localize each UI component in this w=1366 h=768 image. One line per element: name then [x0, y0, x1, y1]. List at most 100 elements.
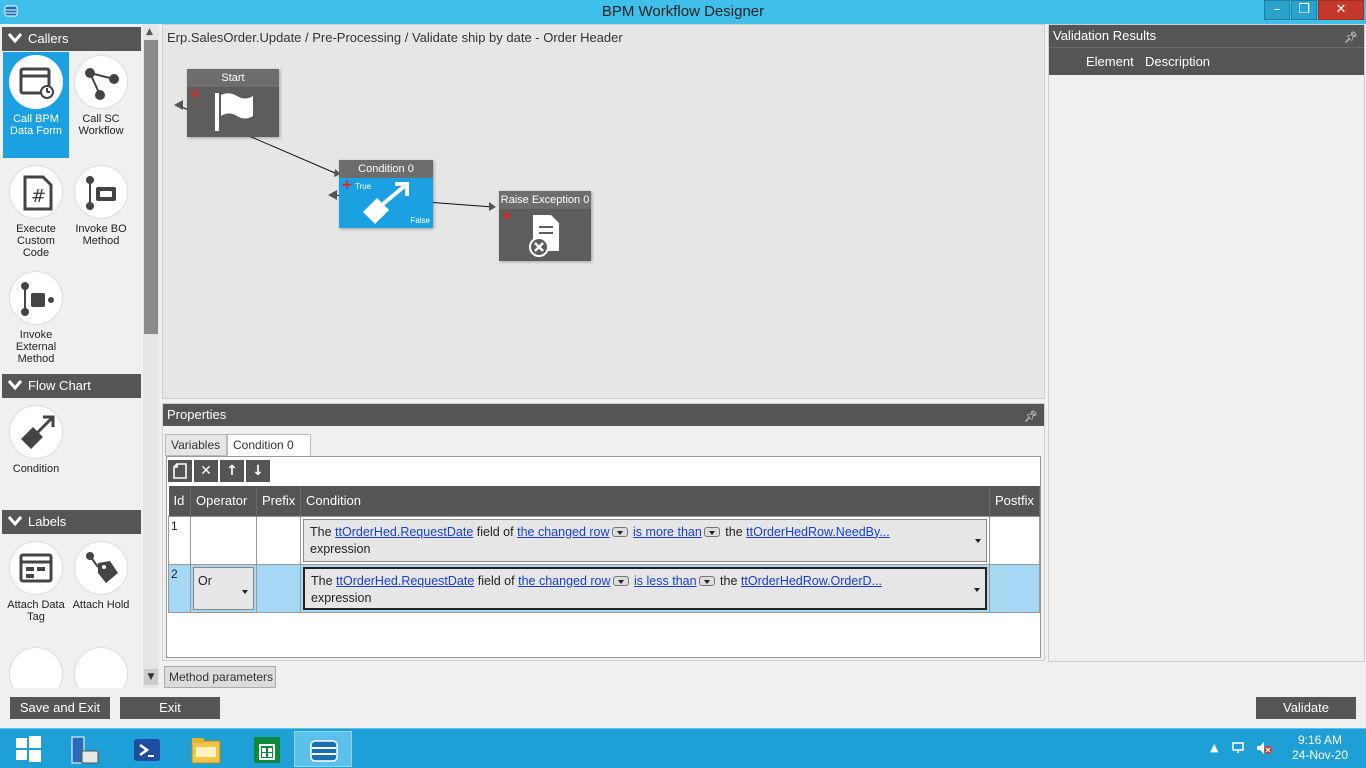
- expression-link[interactable]: ttOrderHedRow.OrderD...: [741, 574, 882, 588]
- taskbar-server-manager[interactable]: [54, 731, 112, 767]
- panel-title: Properties: [167, 407, 227, 422]
- chevron-down-icon: [8, 33, 22, 43]
- expression-link[interactable]: ttOrderHedRow.NeedBy...: [746, 525, 890, 539]
- column-prefix[interactable]: Prefix: [256, 486, 301, 516]
- minimize-button[interactable]: –: [1264, 0, 1290, 20]
- row-link[interactable]: the changed row: [517, 525, 609, 539]
- tray-expand-icon[interactable]: ▲: [1210, 741, 1218, 754]
- column-condition[interactable]: Condition: [300, 486, 990, 516]
- plus-icon[interactable]: +: [341, 178, 353, 192]
- workflow-canvas[interactable]: Erp.SalesOrder.Update / Pre-Processing /…: [162, 24, 1045, 399]
- tool-label: Condition: [12, 463, 60, 475]
- panel-title: Validation Results: [1053, 28, 1157, 43]
- tab-method-parameters[interactable]: Method parameters: [164, 666, 276, 688]
- tool-attach-hold[interactable]: Attach Hold: [68, 538, 134, 628]
- condition-icon: [9, 405, 63, 459]
- section-labels-header[interactable]: Labels: [2, 510, 141, 534]
- taskbar-store[interactable]: [238, 731, 296, 767]
- clock[interactable]: 9:16 AM 24-Nov-20: [1284, 733, 1356, 763]
- window-title: BPM Workflow Designer: [601, 3, 765, 20]
- taskbar-file-explorer[interactable]: [176, 731, 234, 767]
- node-start[interactable]: Start +: [187, 69, 279, 137]
- tool-condition[interactable]: Condition: [3, 402, 69, 482]
- row-operator[interactable]: Or: [190, 563, 257, 613]
- network-icon[interactable]: [1232, 741, 1248, 758]
- tab-condition[interactable]: Condition 0: [227, 434, 311, 456]
- node-condition[interactable]: Condition 0 + True False: [339, 160, 433, 228]
- hash-document-icon: #: [9, 165, 63, 219]
- dropdown-icon[interactable]: [698, 576, 715, 587]
- external-method-icon: [9, 271, 63, 325]
- operator-select[interactable]: Or: [193, 566, 254, 610]
- condition-table: Id Operator Prefix Condition Postfix 1 T…: [168, 486, 1040, 613]
- move-down-icon[interactable]: ↓: [246, 460, 270, 482]
- column-postfix[interactable]: Postfix: [989, 486, 1040, 516]
- field-link[interactable]: ttOrderHed.RequestDate: [336, 574, 474, 588]
- taskbar-bpm-designer[interactable]: [294, 731, 352, 767]
- dropdown-icon[interactable]: [611, 527, 628, 538]
- section-label: Callers: [28, 31, 69, 46]
- dropdown-icon[interactable]: [612, 576, 629, 587]
- row-postfix[interactable]: [989, 515, 1040, 565]
- clock-time: 9:16 AM: [1297, 733, 1343, 747]
- chevron-down-icon[interactable]: [242, 589, 248, 594]
- condition-expression[interactable]: The ttOrderHed.RequestDate field of the …: [303, 518, 987, 562]
- tab-variables[interactable]: Variables: [165, 434, 227, 456]
- start-button[interactable]: [0, 731, 58, 767]
- column-id[interactable]: Id: [168, 486, 191, 516]
- table-row[interactable]: 2 Or The ttOrderHed.RequestDate field of…: [168, 563, 1040, 613]
- tool-invoke-external-method[interactable]: Invoke External Method: [3, 268, 69, 368]
- column-operator[interactable]: Operator: [190, 486, 257, 516]
- row-prefix[interactable]: [256, 563, 301, 613]
- node-raise-exception[interactable]: Raise Exception 0 +: [499, 191, 591, 261]
- scroll-thumb[interactable]: [144, 40, 158, 334]
- comparison-link[interactable]: is more than: [633, 525, 702, 539]
- delete-icon[interactable]: ✕: [194, 460, 218, 482]
- tool-attach-data-tag[interactable]: Attach Data Tag: [3, 538, 69, 628]
- field-link[interactable]: ttOrderHed.RequestDate: [335, 525, 473, 539]
- comparison-link[interactable]: is less than: [634, 574, 697, 588]
- row-condition[interactable]: The ttOrderHed.RequestDate field of the …: [300, 515, 990, 565]
- row-link[interactable]: the changed row: [518, 574, 610, 588]
- node-title: Raise Exception 0: [499, 191, 591, 209]
- row-operator[interactable]: [190, 515, 257, 565]
- tool-execute-custom-code[interactable]: # Execute Custom Code: [3, 162, 69, 262]
- scroll-up-icon[interactable]: ▲: [146, 27, 153, 37]
- toolbox-scrollbar[interactable]: ▲ ▼: [143, 24, 159, 688]
- column-element[interactable]: Element: [1086, 48, 1134, 76]
- tool-call-bpm-data-form[interactable]: Call BPM Data Form: [3, 52, 69, 158]
- plus-icon[interactable]: +: [189, 87, 201, 101]
- row-condition[interactable]: The ttOrderHed.RequestDate field of the …: [300, 563, 990, 613]
- row-prefix[interactable]: [256, 515, 301, 565]
- save-and-exit-button[interactable]: Save and Exit: [10, 697, 110, 719]
- chevron-down-icon[interactable]: [974, 587, 980, 592]
- taskbar-powershell[interactable]: [118, 731, 176, 767]
- svg-text:#: #: [31, 186, 46, 207]
- tool-call-sc-workflow[interactable]: Call SC Workflow: [68, 52, 134, 158]
- section-callers-header[interactable]: Callers: [2, 27, 141, 51]
- row-postfix[interactable]: [989, 563, 1040, 613]
- column-description[interactable]: Description: [1145, 48, 1210, 76]
- tool-partial-tag[interactable]: [3, 644, 69, 688]
- chevron-down-icon[interactable]: [975, 538, 981, 543]
- tool-invoke-bo-method[interactable]: Invoke BO Method: [68, 162, 134, 262]
- scroll-down-icon[interactable]: ▼: [144, 669, 158, 685]
- pin-icon[interactable]: 📌︎: [1344, 27, 1358, 49]
- section-label: Flow Chart: [28, 378, 91, 393]
- volume-muted-icon[interactable]: [1256, 741, 1272, 758]
- new-icon[interactable]: [168, 460, 192, 482]
- pin-icon[interactable]: 📌︎: [1024, 406, 1038, 428]
- close-button[interactable]: ✕: [1318, 0, 1364, 20]
- section-flow-chart-header[interactable]: Flow Chart: [2, 374, 141, 398]
- move-up-icon[interactable]: ↑: [220, 460, 244, 482]
- exit-button[interactable]: Exit: [120, 697, 220, 719]
- condition-expression[interactable]: The ttOrderHed.RequestDate field of the …: [303, 566, 987, 610]
- folder-icon: [191, 738, 221, 764]
- data-form-icon: [9, 55, 63, 109]
- table-row[interactable]: 1 The ttOrderHed.RequestDate field of th…: [168, 515, 1040, 565]
- plus-icon[interactable]: +: [501, 209, 513, 223]
- dropdown-icon[interactable]: [703, 527, 720, 538]
- tool-partial-hold[interactable]: [68, 644, 134, 688]
- maximize-button[interactable]: ❐: [1291, 0, 1317, 20]
- validate-button[interactable]: Validate: [1256, 697, 1356, 719]
